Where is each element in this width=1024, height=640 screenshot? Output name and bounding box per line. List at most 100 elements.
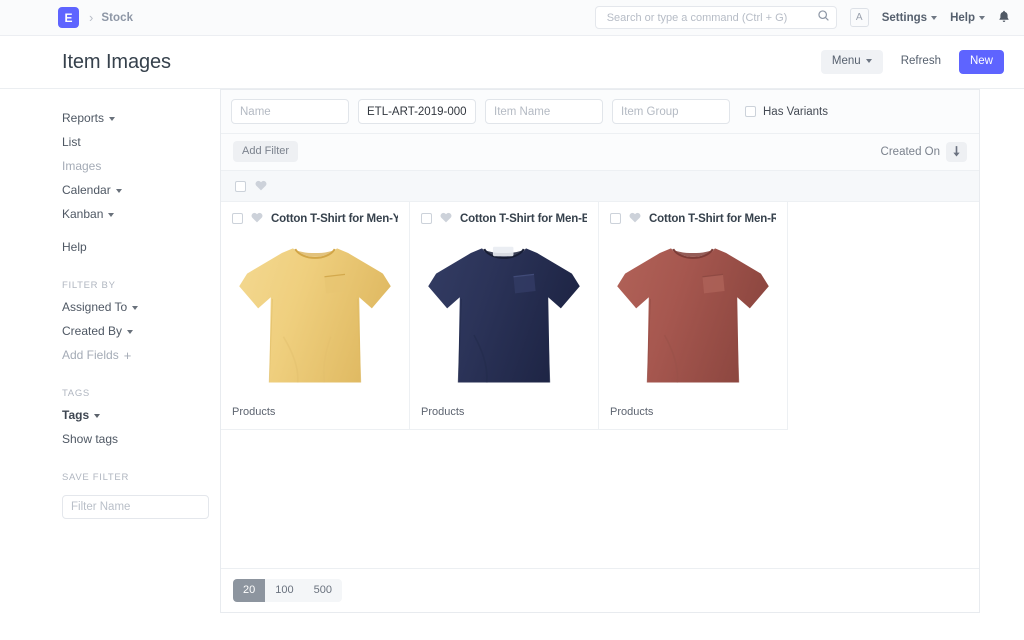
settings-label: Settings (882, 12, 927, 24)
top-navbar: E › Stock A Settings Help (0, 0, 1024, 36)
chevron-down-icon (108, 213, 114, 217)
image-card[interactable]: Cotton T-Shirt for Men-Y (221, 202, 410, 430)
select-all-checkbox[interactable] (235, 181, 246, 192)
global-search[interactable] (595, 6, 837, 29)
arrow-down-icon[interactable] (946, 142, 967, 162)
sidebar-item-label: Reports (62, 110, 104, 127)
filter-fields-row: Has Variants (221, 90, 979, 134)
checkbox-icon[interactable] (745, 106, 756, 117)
add-filter-button[interactable]: Add Filter (233, 141, 298, 162)
sidebar-item-images[interactable]: Images (62, 155, 220, 179)
navbar-left: E › Stock (0, 7, 133, 28)
panel-footer: 20 100 500 (221, 568, 979, 612)
card-title[interactable]: Cotton T-Shirt for Men-B (460, 213, 587, 225)
sidebar-spacer (62, 227, 220, 236)
menu-button[interactable]: Menu (821, 50, 883, 75)
sidebar-item-label: Calendar (62, 182, 111, 199)
page-size-500[interactable]: 500 (304, 579, 342, 602)
list-panel: Has Variants Add Filter Created On (220, 89, 980, 613)
image-card[interactable]: Cotton T-Shirt for Men-B (410, 202, 599, 430)
page-size-selector: 20 100 500 (233, 579, 342, 602)
sidebar-item-reports[interactable]: Reports (62, 107, 220, 131)
settings-menu[interactable]: Settings (882, 12, 937, 24)
tshirt-yellow-image (232, 234, 398, 400)
bell-icon[interactable] (998, 10, 1010, 25)
page-size-20[interactable]: 20 (233, 579, 265, 602)
sort-controls: Created On (881, 142, 967, 162)
sidebar-add-fields[interactable]: Add Fields + (62, 344, 220, 368)
avatar[interactable]: A (850, 8, 869, 27)
page-header: Item Images Menu Refresh New (0, 36, 1024, 89)
refresh-button[interactable]: Refresh (890, 50, 952, 75)
image-card[interactable]: Cotton T-Shirt for Men-R (599, 202, 788, 430)
sidebar-heading-filter-by: Filter By (62, 280, 220, 291)
filter-name-field[interactable] (231, 99, 349, 124)
sidebar-item-label: List (62, 134, 81, 151)
image-card-grid: Cotton T-Shirt for Men-Y (221, 202, 979, 568)
sidebar: Reports List Images Calendar Kanban Help… (0, 89, 220, 640)
sidebar-heading-save-filter: Save Filter (62, 472, 220, 483)
search-input[interactable] (605, 11, 817, 25)
card-header: Cotton T-Shirt for Men-B (421, 212, 587, 225)
has-variants-checkbox[interactable]: Has Variants (745, 106, 828, 118)
sort-field-label[interactable]: Created On (881, 146, 940, 158)
sidebar-show-tags[interactable]: Show tags (62, 428, 220, 452)
sidebar-tags-dropdown[interactable]: Tags (62, 404, 220, 428)
sidebar-item-list[interactable]: List (62, 131, 220, 155)
breadcrumb-separator-icon: › (89, 10, 93, 25)
card-subtitle: Products (232, 400, 398, 418)
chevron-down-icon (109, 117, 115, 121)
card-checkbox[interactable] (232, 213, 243, 224)
card-checkbox[interactable] (421, 213, 432, 224)
sidebar-item-label: Images (62, 158, 101, 175)
filter-item-group-field[interactable] (612, 99, 730, 124)
chevron-down-icon (132, 306, 138, 310)
chevron-down-icon (127, 330, 133, 334)
plus-icon: + (124, 349, 132, 362)
chevron-down-icon (866, 59, 872, 63)
navbar-right: A Settings Help (595, 6, 1010, 29)
sidebar-filter-assigned-to[interactable]: Assigned To (62, 296, 220, 320)
chevron-down-icon (116, 189, 122, 193)
list-header-row (221, 171, 979, 202)
filter-item-name-field[interactable] (485, 99, 603, 124)
sidebar-item-kanban[interactable]: Kanban (62, 203, 220, 227)
help-label: Help (950, 12, 975, 24)
filter-name-input[interactable] (62, 495, 209, 519)
chevron-down-icon (94, 414, 100, 418)
tshirt-red-image (610, 234, 776, 400)
sidebar-item-label: Kanban (62, 206, 103, 223)
heart-icon[interactable] (251, 212, 263, 225)
sidebar-item-help[interactable]: Help (62, 236, 220, 260)
new-button[interactable]: New (959, 50, 1004, 75)
filter-actions-row: Add Filter Created On (221, 134, 979, 171)
sidebar-heading-tags: Tags (62, 388, 220, 399)
menu-button-label: Menu (832, 55, 861, 69)
heart-icon[interactable] (255, 180, 267, 193)
chevron-down-icon (931, 16, 937, 20)
filter-id-field[interactable] (358, 99, 476, 124)
chevron-down-icon (979, 16, 985, 20)
sidebar-item-calendar[interactable]: Calendar (62, 179, 220, 203)
tshirt-navy-image (421, 234, 587, 400)
card-title[interactable]: Cotton T-Shirt for Men-Y (271, 213, 398, 225)
help-menu[interactable]: Help (950, 12, 985, 24)
card-subtitle: Products (610, 400, 776, 418)
search-icon[interactable] (817, 9, 830, 27)
main-content: Has Variants Add Filter Created On (220, 89, 1024, 640)
card-subtitle: Products (421, 400, 587, 418)
card-checkbox[interactable] (610, 213, 621, 224)
page-actions: Menu Refresh New (821, 50, 1004, 75)
page-body: Reports List Images Calendar Kanban Help… (0, 89, 1024, 640)
heart-icon[interactable] (629, 212, 641, 225)
sidebar-filter-created-by[interactable]: Created By (62, 320, 220, 344)
sidebar-item-label: Created By (62, 323, 122, 340)
page-size-100[interactable]: 100 (265, 579, 303, 602)
card-title[interactable]: Cotton T-Shirt for Men-R (649, 213, 776, 225)
card-header: Cotton T-Shirt for Men-R (610, 212, 776, 225)
app-logo[interactable]: E (58, 7, 79, 28)
sidebar-item-label: Tags (62, 407, 89, 424)
heart-icon[interactable] (440, 212, 452, 225)
breadcrumb-stock[interactable]: Stock (101, 12, 133, 24)
sidebar-item-label: Assigned To (62, 299, 127, 316)
